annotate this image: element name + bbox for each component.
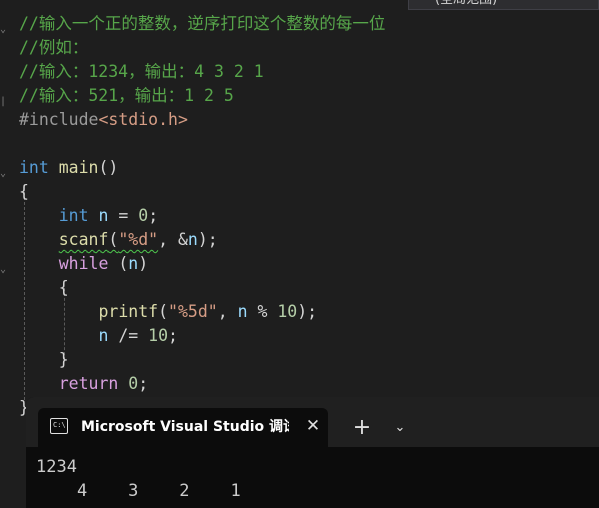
new-tab-button[interactable]: + xyxy=(350,416,374,440)
code-line[interactable]: { xyxy=(19,276,69,300)
code-token: , xyxy=(217,302,238,321)
code-token: 0 xyxy=(138,206,149,225)
code-token: n xyxy=(187,230,198,249)
code-token: ; xyxy=(138,374,149,393)
code-token: ; xyxy=(148,206,159,225)
code-line[interactable]: } xyxy=(19,348,69,372)
scope-bar: (全局范围) xyxy=(0,0,599,12)
code-line[interactable]: { xyxy=(19,180,29,204)
terminal-output-line: 4 3 2 1 xyxy=(36,481,241,501)
code-token: //输入：521，输出：1 2 5 xyxy=(19,86,234,105)
tab-title: Microsoft Visual Studio 调试控制台 xyxy=(81,419,289,435)
code-token: & xyxy=(177,230,188,249)
code-token: n xyxy=(237,302,248,321)
code-token: n xyxy=(98,326,109,345)
code-line[interactable]: //输入一个正的整数，逆序打印这个整数的每一位 xyxy=(19,12,385,36)
code-token: ); xyxy=(197,230,218,249)
code-token: { xyxy=(58,278,69,297)
console-icon: C:\ xyxy=(50,418,68,434)
code-editor[interactable]: ⌄ | ⌄ ⌄ //输入一个正的整数，逆序打印这个整数的每一位 //例如： //输入… xyxy=(0,12,599,417)
terminal-tabbar: C:\ Microsoft Visual Studio 调试控制台 ✕ + ⌄ xyxy=(26,397,599,447)
code-token: //例如： xyxy=(19,38,89,57)
code-line[interactable]: int n = 0; xyxy=(19,204,158,228)
code-token: () xyxy=(98,158,119,177)
fold-chevron-icon[interactable]: | xyxy=(0,97,6,107)
code-token: "%5d" xyxy=(168,302,218,321)
code-line[interactable]: scanf("%d", &n); xyxy=(19,228,218,252)
code-token: return xyxy=(58,374,119,393)
code-token: "%d" xyxy=(118,230,159,249)
code-line[interactable]: //例如： xyxy=(19,36,88,60)
code-token: //输入：1234，输出：4 3 2 1 xyxy=(19,62,264,81)
code-token: ( xyxy=(108,254,129,273)
code-token: 10 xyxy=(148,326,169,345)
terminal-output-line: 1234 xyxy=(36,457,77,477)
code-token: scanf xyxy=(58,230,109,249)
code-token: 0 xyxy=(128,374,139,393)
code-token: 10 xyxy=(277,302,298,321)
code-token: n xyxy=(98,206,109,225)
code-token: int xyxy=(19,158,49,177)
code-token: main xyxy=(58,158,99,177)
code-line[interactable]: return 0; xyxy=(19,372,148,396)
code-line[interactable]: //输入：521，输出：1 2 5 xyxy=(19,84,234,108)
fold-chevron-icon[interactable]: ⌄ xyxy=(0,265,6,275)
code-token: ) xyxy=(138,254,149,273)
code-line[interactable]: //输入：1234，输出：4 3 2 1 xyxy=(19,60,264,84)
code-token: ); xyxy=(297,302,318,321)
scope-dropdown[interactable]: (全局范围) xyxy=(408,0,599,10)
code-line[interactable]: n /= 10; xyxy=(19,324,178,348)
code-token: ( xyxy=(158,302,169,321)
chevron-down-icon[interactable]: ⌄ xyxy=(390,416,410,440)
code-token: ; xyxy=(168,326,178,345)
code-token: <stdio.h> xyxy=(98,110,188,129)
code-token: } xyxy=(58,350,69,369)
debug-console-window: C:\ Microsoft Visual Studio 调试控制台 ✕ + ⌄ … xyxy=(26,397,599,508)
code-line[interactable]: printf("%5d", n % 10); xyxy=(19,300,317,324)
code-token: #include xyxy=(19,110,99,129)
code-token: ( xyxy=(108,230,119,249)
code-token: % xyxy=(247,302,278,321)
code-token: while xyxy=(58,254,109,273)
code-token: printf xyxy=(98,302,159,321)
close-icon[interactable]: ✕ xyxy=(303,416,323,436)
fold-chevron-icon[interactable]: ⌄ xyxy=(0,169,6,179)
code-token: = xyxy=(108,206,139,225)
code-line[interactable]: while (n) xyxy=(19,252,148,276)
fold-chevron-icon[interactable]: ⌄ xyxy=(0,25,6,35)
code-token: n xyxy=(128,254,139,273)
code-token: , xyxy=(158,230,178,249)
code-token: int xyxy=(58,206,89,225)
code-token: //输入一个正的整数，逆序打印这个整数的每一位 xyxy=(19,14,386,33)
code-token: /= xyxy=(108,326,149,345)
code-token: { xyxy=(19,182,29,201)
code-line[interactable]: #include<stdio.h> xyxy=(19,108,188,132)
tab-debug-console[interactable]: C:\ Microsoft Visual Studio 调试控制台 ✕ xyxy=(38,408,328,447)
code-line[interactable]: int main() xyxy=(19,156,118,180)
